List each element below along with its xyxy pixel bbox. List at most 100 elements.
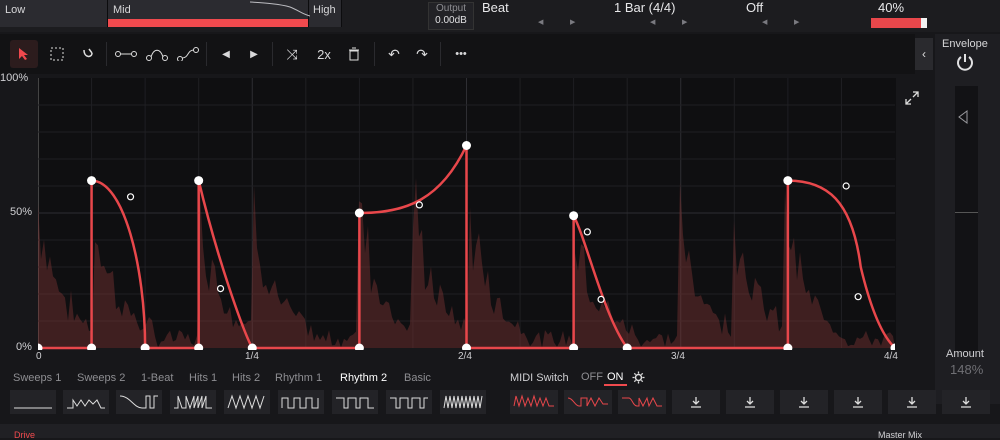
amount-slider-knob[interactable] [921,18,927,28]
shuffle-icon: ⤨ [286,45,298,62]
preset-shape-9[interactable] [440,390,486,414]
midi-slot-2[interactable] [564,390,612,414]
envelope-graph-canvas[interactable] [38,78,895,350]
tab-1-beat[interactable]: 1-Beat [141,372,173,384]
curve-handle[interactable] [126,193,135,201]
redo-button[interactable]: ↷ [408,40,436,68]
envelope-power-icon[interactable] [955,52,975,72]
collapse-panel-button[interactable]: ‹ [915,38,933,70]
slider-handle-icon[interactable] [958,110,968,124]
shift-right-button[interactable]: ▶ [240,40,268,68]
envelope-point[interactable] [783,176,793,186]
gear-icon[interactable] [632,371,645,384]
envelope-amount-value[interactable]: 148% [950,362,983,377]
x-tick-1-4: 1/4 [245,351,259,362]
preset-shape-3[interactable] [116,390,162,414]
preset-shape-1[interactable] [10,390,56,414]
curve-handle[interactable] [854,293,862,301]
mode-value[interactable]: Beat [482,0,509,15]
s-curve-button[interactable] [174,40,202,68]
y-tick-50: 50% [10,206,33,218]
randomize-button[interactable]: ⤨ [278,40,306,68]
curve-handle[interactable] [597,295,605,303]
bottom-right-label[interactable]: Master Mix [878,430,922,440]
tab-basic[interactable]: Basic [404,372,431,384]
band-high[interactable]: High [309,0,342,27]
download-icon [691,397,701,408]
midi-slot-empty-4[interactable] [834,390,882,414]
delete-button[interactable] [340,40,368,68]
bottom-bar [0,424,1000,438]
double-button[interactable]: 2x [310,40,338,68]
output-label: Output [435,3,467,14]
marquee-tool-button[interactable] [43,40,71,68]
toolbar-divider [374,42,375,66]
shift-left-button[interactable]: ◀ [212,40,240,68]
magnet-tool-button[interactable] [74,40,102,68]
preset-shape-6[interactable] [278,390,324,414]
curve-point-button[interactable] [143,40,171,68]
amount-value[interactable]: 40% [878,0,904,15]
envelope-curve[interactable] [38,144,895,350]
preset-shape-icon [336,397,374,409]
midi-slot-empty-3[interactable] [780,390,828,414]
length-prev-icon[interactable]: ◀ [650,18,655,26]
mode-next-icon[interactable]: ▶ [570,18,575,26]
envelope-point[interactable] [569,211,579,221]
triangle-left-icon: ◀ [222,48,230,60]
tab-rhythm-2[interactable]: Rhythm 2 [340,372,387,384]
band-low[interactable]: Low [0,0,108,27]
midi-slot-empty-6[interactable] [942,390,990,414]
s-curve-icon [177,47,199,61]
preset-shape-7[interactable] [332,390,378,414]
preset-shape-icon [443,395,483,409]
mode-prev-icon[interactable]: ◀ [538,18,543,26]
midi-slot-3[interactable] [618,390,666,414]
envelope-amount-slider[interactable] [955,86,978,351]
tab-rhythm-1[interactable]: Rhythm 1 [275,372,322,384]
envelope-point[interactable] [194,176,204,186]
x-tick-3-4: 3/4 [671,351,685,362]
midi-slot-1[interactable] [510,390,558,414]
curve-handle[interactable] [842,182,850,190]
tab-hits-1[interactable]: Hits 1 [189,372,217,384]
length-next-icon[interactable]: ▶ [682,18,687,26]
marquee-select-icon [50,47,64,61]
preset-shape-5[interactable] [224,390,270,414]
preset-shape-icon [119,395,158,409]
more-button[interactable]: ••• [447,40,475,68]
midi-on-button[interactable]: ON [604,370,627,386]
preset-shape-2[interactable] [63,390,109,414]
envelope-point[interactable] [354,208,364,218]
envelope-point[interactable] [462,141,471,150]
preset-shape-4[interactable] [170,390,216,414]
preset-shape-8[interactable] [386,390,432,414]
tab-sweeps-1[interactable]: Sweeps 1 [13,372,61,384]
tab-sweeps-2[interactable]: Sweeps 2 [77,372,125,384]
output-value: 0.00dB [435,15,467,26]
midi-off-button[interactable]: OFF [578,370,606,384]
redo-icon: ↷ [416,45,428,62]
length-value[interactable]: 1 Bar (4/4) [614,0,675,15]
select-tool-button[interactable] [10,40,38,68]
sync-prev-icon[interactable]: ◀ [762,18,767,26]
sync-value[interactable]: Off [746,0,763,15]
curve-handle[interactable] [583,228,591,236]
envelope-point[interactable] [87,176,97,186]
line-point-button[interactable] [112,40,140,68]
midi-slot-empty-1[interactable] [672,390,720,414]
midi-slot-empty-5[interactable] [888,390,936,414]
download-icon [907,397,917,408]
sync-next-icon[interactable]: ▶ [794,18,799,26]
midi-pattern-icon [567,396,608,408]
output-display[interactable]: Output 0.00dB [428,2,474,30]
undo-button[interactable]: ↶ [380,40,408,68]
bottom-left-label[interactable]: Drive [14,430,35,440]
preset-shape-icon [174,395,212,410]
download-icon [853,397,863,408]
expand-icon[interactable] [904,90,920,106]
tab-hits-2[interactable]: Hits 2 [232,372,260,384]
midi-slot-empty-2[interactable] [726,390,774,414]
curve-handle[interactable] [216,285,225,293]
curve-handle[interactable] [415,201,423,209]
